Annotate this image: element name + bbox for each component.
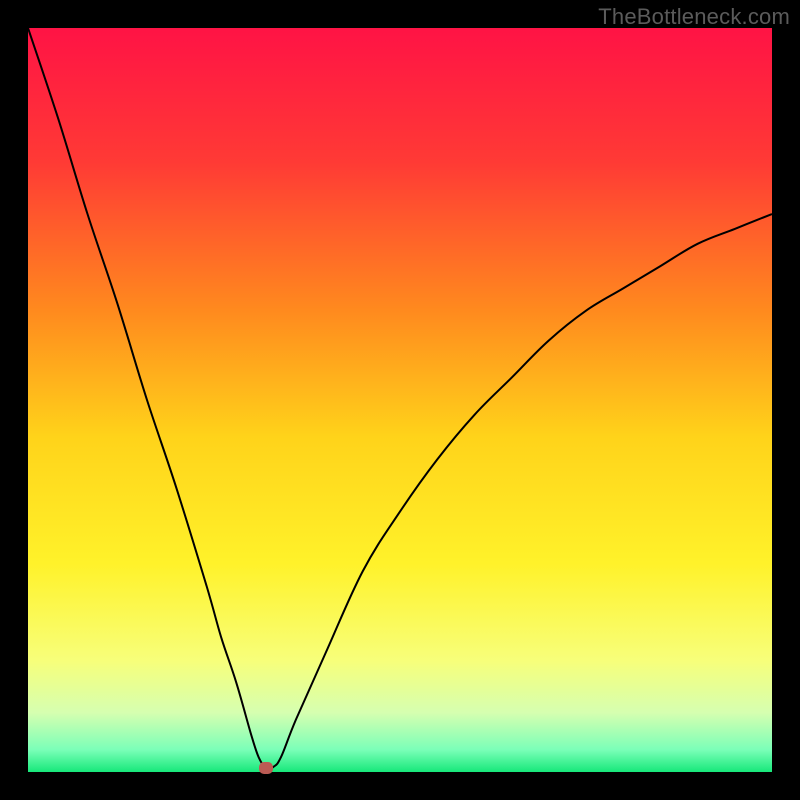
watermark-text: TheBottleneck.com bbox=[598, 4, 790, 30]
chart-frame: TheBottleneck.com bbox=[0, 0, 800, 800]
chart-plot-area bbox=[28, 28, 772, 772]
minimum-marker bbox=[259, 762, 273, 774]
